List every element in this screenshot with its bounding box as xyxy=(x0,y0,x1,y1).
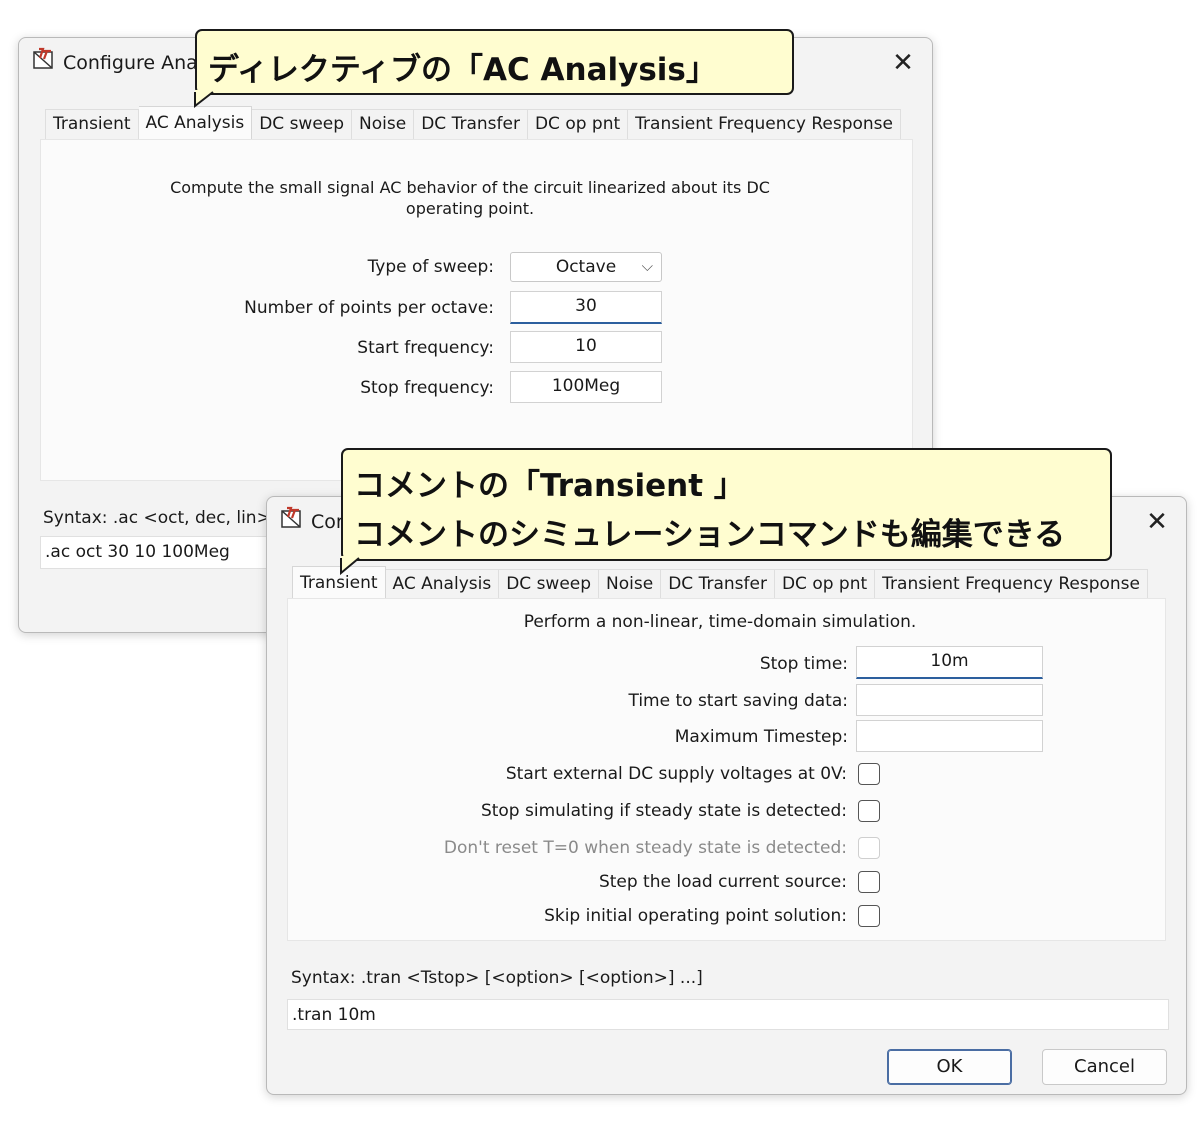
analysis-tabs: Transient AC Analysis DC sweep Noise DC … xyxy=(45,106,901,140)
tab-dc-op-pnt[interactable]: DC op pnt xyxy=(774,569,876,600)
ok-button[interactable]: OK xyxy=(887,1049,1012,1085)
points-per-octave-label: Number of points per octave: xyxy=(244,298,494,318)
start-saving-label: Time to start saving data: xyxy=(628,691,848,711)
tab-dc-sweep[interactable]: DC sweep xyxy=(252,109,353,140)
callout-tail xyxy=(340,556,360,576)
tab-dc-transfer[interactable]: DC Transfer xyxy=(414,109,528,140)
stop-frequency-input[interactable]: 100Meg xyxy=(510,371,662,403)
stop-steady-state-label: Stop simulating if steady state is detec… xyxy=(480,801,847,821)
description: Perform a non-linear, time-domain simula… xyxy=(523,612,917,632)
dialog-title: Configure Anal xyxy=(63,52,204,74)
no-reset-t0-checkbox xyxy=(858,837,880,859)
syntax-hint: Syntax: .tran <Tstop> [<option> [<option… xyxy=(291,968,703,988)
close-button[interactable]: ✕ xyxy=(1142,508,1172,538)
close-icon: ✕ xyxy=(1146,507,1168,537)
sweep-type-label: Type of sweep: xyxy=(367,257,494,277)
command-field[interactable]: .tran 10m xyxy=(287,999,1169,1030)
comment-callout-line-1: コメントの「Transient 」 xyxy=(354,468,745,504)
tab-noise[interactable]: Noise xyxy=(352,109,415,140)
directive-callout-text: ディレクティブの「AC Analysis」 xyxy=(208,52,717,88)
syntax-hint: Syntax: .ac <oct, dec, lin> xyxy=(43,508,271,528)
cancel-button[interactable]: Cancel xyxy=(1042,1049,1167,1085)
step-load-label: Step the load current source: xyxy=(598,872,847,892)
close-button[interactable]: ✕ xyxy=(888,49,918,79)
analysis-tabs: Transient AC Analysis DC sweep Noise DC … xyxy=(292,566,1148,600)
tab-transient[interactable]: Transient xyxy=(45,109,139,140)
stop-time-input[interactable]: 10m xyxy=(856,646,1043,679)
start-frequency-label: Start frequency: xyxy=(357,338,494,358)
sweep-type-select[interactable]: Octave ⌵ xyxy=(510,252,662,282)
tab-ac-analysis[interactable]: AC Analysis xyxy=(385,569,500,600)
comment-callout: コメントの「Transient 」 コメントのシミュレーションコマンドも編集でき… xyxy=(341,448,1112,561)
start-dc-zero-checkbox[interactable] xyxy=(858,763,880,785)
directive-callout: ディレクティブの「AC Analysis」 xyxy=(195,29,794,95)
points-per-octave-input[interactable]: 30 xyxy=(510,291,662,324)
tab-transient-frequency-response[interactable]: Transient Frequency Response xyxy=(875,569,1148,600)
tab-dc-op-pnt[interactable]: DC op pnt xyxy=(527,109,629,140)
sweep-type-value: Octave xyxy=(555,257,617,277)
start-frequency-input[interactable]: 10 xyxy=(510,331,662,363)
tab-ac-analysis[interactable]: AC Analysis xyxy=(138,106,253,140)
tab-transient-frequency-response[interactable]: Transient Frequency Response xyxy=(628,109,901,140)
description-line-2: operating point. xyxy=(405,199,535,218)
skip-op-label: Skip initial operating point solution: xyxy=(544,906,847,926)
stop-time-label: Stop time: xyxy=(759,654,848,674)
start-saving-input[interactable] xyxy=(856,684,1043,716)
start-dc-zero-label: Start external DC supply voltages at 0V: xyxy=(505,764,847,784)
dialog-title: Cor xyxy=(311,511,344,533)
stop-frequency-label: Stop frequency: xyxy=(360,378,494,398)
chevron-down-icon: ⌵ xyxy=(641,257,653,275)
tab-dc-sweep[interactable]: DC sweep xyxy=(499,569,600,600)
configure-analysis-dialog-front: Cor ✕ Transient AC Analysis DC sweep Noi… xyxy=(266,496,1187,1095)
step-load-checkbox[interactable] xyxy=(858,871,880,893)
callout-tail xyxy=(194,90,214,109)
description-line-1: Compute the small signal AC behavior of … xyxy=(170,178,770,197)
skip-op-checkbox[interactable] xyxy=(858,905,880,927)
transient-panel: Perform a non-linear, time-domain simula… xyxy=(287,598,1166,941)
comment-callout-line-2: コメントのシミュレーションコマンドも編集できる xyxy=(354,517,1066,553)
ltspice-icon xyxy=(33,47,53,69)
ac-analysis-panel: Compute the small signal AC behavior of … xyxy=(40,139,913,481)
max-timestep-input[interactable] xyxy=(856,720,1043,752)
tab-dc-transfer[interactable]: DC Transfer xyxy=(661,569,775,600)
no-reset-t0-label: Don't reset T=0 when steady state is det… xyxy=(443,838,847,858)
ltspice-icon xyxy=(281,506,301,528)
tab-noise[interactable]: Noise xyxy=(599,569,662,600)
stop-steady-state-checkbox[interactable] xyxy=(858,800,880,822)
max-timestep-label: Maximum Timestep: xyxy=(674,727,848,747)
close-icon: ✕ xyxy=(892,48,914,78)
